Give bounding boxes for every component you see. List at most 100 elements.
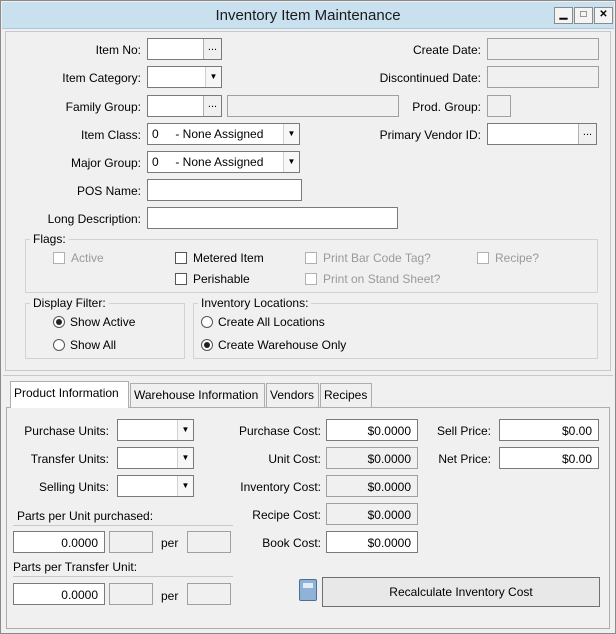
recipe-label: Recipe?: [495, 251, 540, 265]
primary-vendor-field[interactable]: ...: [487, 123, 597, 145]
display-filter-title: Display Filter:: [30, 296, 109, 310]
create-warehouse-only-radio[interactable]: [201, 339, 213, 351]
net-price-input[interactable]: $0.00: [499, 447, 599, 469]
sell-price-input[interactable]: $0.00: [499, 419, 599, 441]
item-no-lookup-button[interactable]: ...: [203, 39, 221, 59]
pos-name-input[interactable]: [147, 179, 302, 201]
tab-recipes[interactable]: Recipes: [320, 383, 372, 407]
item-no-field[interactable]: ...: [147, 38, 222, 60]
active-checkbox[interactable]: [53, 252, 65, 264]
family-group-lookup-button[interactable]: ...: [203, 96, 221, 116]
show-active-radio[interactable]: [53, 316, 65, 328]
transfer-units-select[interactable]: ▼: [117, 447, 194, 469]
chevron-down-icon: ▼: [177, 476, 193, 496]
family-group-field[interactable]: ...: [147, 95, 222, 117]
show-all-label: Show All: [70, 338, 117, 352]
purchase-cost-label: Purchase Cost:: [238, 424, 321, 438]
create-warehouse-only-label: Create Warehouse Only: [218, 338, 347, 352]
metered-item-label: Metered Item: [193, 251, 264, 265]
flags-title: Flags:: [30, 232, 69, 246]
book-cost-input[interactable]: $0.0000: [326, 531, 418, 553]
window-title: Inventory Item Maintenance: [215, 7, 401, 24]
parts-per-transfer-input[interactable]: 0.0000: [13, 583, 105, 605]
print-on-stand-sheet-label: Print on Stand Sheet?: [323, 272, 441, 286]
parts-per-unit-label: Parts per Unit purchased:: [17, 509, 154, 523]
item-no-label: Item No:: [95, 43, 141, 57]
recipe-checkbox[interactable]: [477, 252, 489, 264]
family-group-label: Family Group:: [65, 100, 141, 114]
calculator-icon: [299, 579, 317, 601]
print-bar-code-label: Print Bar Code Tag?: [323, 251, 431, 265]
title-bar: Inventory Item Maintenance ▁ □ ✕: [2, 2, 614, 29]
active-label: Active: [71, 251, 104, 265]
divider: [13, 525, 233, 526]
tab-vendors[interactable]: Vendors: [266, 383, 319, 407]
net-price-label: Net Price:: [438, 452, 491, 466]
item-class-label: Item Class:: [80, 128, 141, 142]
selling-units-label: Selling Units:: [38, 480, 109, 494]
major-group-label: Major Group:: [70, 156, 141, 170]
purchase-units-label: Purchase Units:: [24, 424, 109, 438]
metered-item-checkbox[interactable]: [175, 252, 187, 264]
close-button[interactable]: ✕: [594, 7, 613, 24]
item-class-select[interactable]: 0 - None Assigned ▼: [147, 123, 300, 145]
item-class-value: 0 - None Assigned: [152, 127, 264, 141]
discontinued-date-field: [487, 66, 599, 88]
inventory-cost-field: $0.0000: [326, 475, 418, 497]
primary-vendor-lookup-button[interactable]: ...: [578, 124, 596, 144]
parts-per-transfer-label: Parts per Transfer Unit:: [13, 560, 138, 574]
long-description-label: Long Description:: [47, 212, 141, 226]
create-all-locations-radio[interactable]: [201, 316, 213, 328]
pos-name-label: POS Name:: [76, 184, 141, 198]
divider: [13, 576, 233, 577]
chevron-down-icon: ▼: [283, 124, 299, 144]
perishable-checkbox[interactable]: [175, 273, 187, 285]
recalculate-inventory-cost-button[interactable]: Recalculate Inventory Cost: [322, 577, 600, 607]
minimize-button[interactable]: ▁: [554, 7, 573, 24]
create-date-field: [487, 38, 599, 60]
create-date-label: Create Date:: [412, 43, 481, 57]
print-bar-code-checkbox[interactable]: [305, 252, 317, 264]
maximize-button[interactable]: □: [574, 7, 593, 24]
chevron-down-icon: ▼: [177, 420, 193, 440]
transfer-units-label: Transfer Units:: [30, 452, 109, 466]
parts-per-unit-unit-field: [109, 531, 153, 553]
recipe-cost-field: $0.0000: [326, 503, 418, 525]
tab-product-information[interactable]: Product Information: [10, 381, 129, 408]
item-category-label: Item Category:: [62, 71, 141, 85]
primary-vendor-label: Primary Vendor ID:: [379, 128, 481, 142]
inventory-cost-label: Inventory Cost:: [240, 480, 321, 494]
item-category-select[interactable]: ▼: [147, 66, 222, 88]
major-group-select[interactable]: 0 - None Assigned ▼: [147, 151, 300, 173]
unit-cost-field: $0.0000: [326, 447, 418, 469]
chevron-down-icon: ▼: [177, 448, 193, 468]
long-description-input[interactable]: [147, 207, 398, 229]
show-all-radio[interactable]: [53, 339, 65, 351]
inventory-locations-title: Inventory Locations:: [198, 296, 312, 310]
show-active-label: Show Active: [70, 315, 136, 329]
selling-units-select[interactable]: ▼: [117, 475, 194, 497]
purchase-cost-input[interactable]: $0.0000: [326, 419, 418, 441]
tab-warehouse-information[interactable]: Warehouse Information: [130, 383, 265, 407]
print-on-stand-sheet-checkbox[interactable]: [305, 273, 317, 285]
purchase-units-select[interactable]: ▼: [117, 419, 194, 441]
per-label: per: [161, 536, 179, 550]
chevron-down-icon: ▼: [283, 152, 299, 172]
sell-price-label: Sell Price:: [436, 424, 491, 438]
create-all-locations-label: Create All Locations: [218, 315, 325, 329]
perishable-label: Perishable: [193, 272, 250, 286]
recipe-cost-label: Recipe Cost:: [252, 508, 321, 522]
divider: [3, 375, 613, 376]
per-label: per: [161, 589, 179, 603]
unit-cost-label: Unit Cost:: [268, 452, 321, 466]
chevron-down-icon: ▼: [205, 67, 221, 87]
prod-group-field: [487, 95, 511, 117]
major-group-value: 0 - None Assigned: [152, 155, 264, 169]
parts-per-transfer-unit-field: [109, 583, 153, 605]
prod-group-label: Prod. Group:: [412, 100, 481, 114]
discontinued-date-label: Discontinued Date:: [379, 71, 481, 85]
inventory-item-window: Inventory Item Maintenance ▁ □ ✕ Item No…: [0, 0, 616, 634]
book-cost-label: Book Cost:: [262, 536, 321, 550]
parts-per-unit-input[interactable]: 0.0000: [13, 531, 105, 553]
parts-per-transfer-per-field: [187, 583, 231, 605]
